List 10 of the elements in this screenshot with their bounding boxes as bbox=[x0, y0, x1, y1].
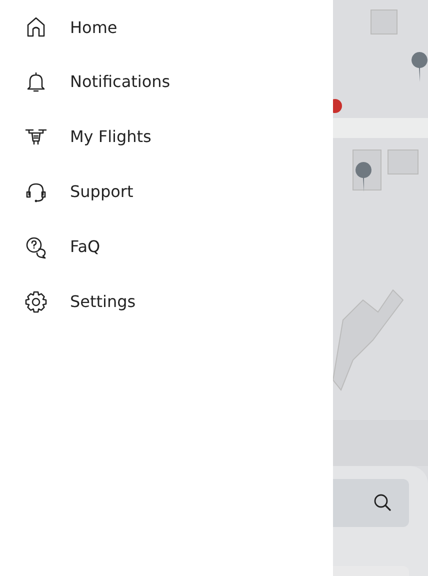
question-chat-icon bbox=[24, 234, 48, 258]
menu-item[interactable]: Notifications bbox=[0, 54, 333, 109]
settings-icon bbox=[24, 290, 48, 314]
menu-item[interactable]: FaQ bbox=[0, 219, 333, 274]
search-field[interactable] bbox=[333, 479, 409, 527]
menu-item[interactable]: My Flights bbox=[0, 109, 333, 164]
menu-item[interactable]: Home bbox=[0, 0, 333, 54]
menu-item[interactable]: Settings bbox=[0, 274, 333, 329]
search-icon[interactable] bbox=[373, 493, 393, 513]
menu-item[interactable]: Support bbox=[0, 164, 333, 219]
